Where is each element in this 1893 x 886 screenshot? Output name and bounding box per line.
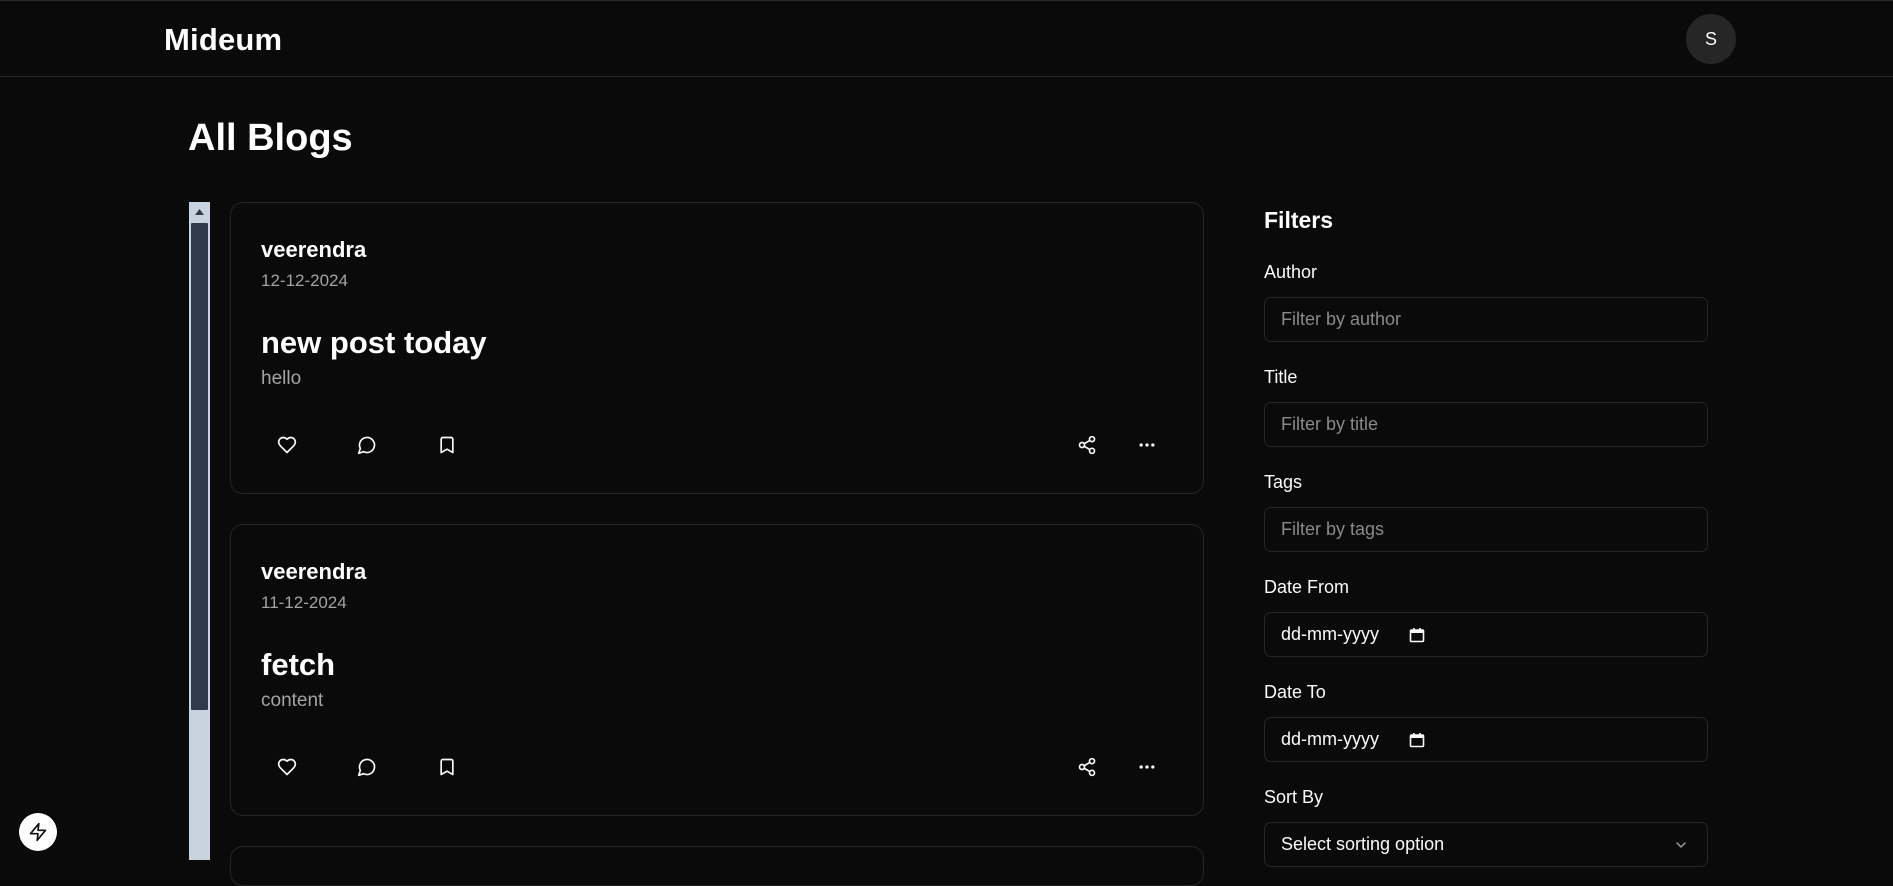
chevron-down-icon	[1676, 842, 1686, 848]
share-button[interactable]	[1067, 747, 1107, 787]
sort-by-select[interactable]: Select sorting option	[1264, 822, 1708, 867]
author-filter-label: Author	[1264, 262, 1318, 282]
comment-button[interactable]	[347, 747, 387, 787]
heart-icon	[277, 758, 297, 776]
ellipsis-icon	[1139, 765, 1155, 769]
bookmark-icon	[440, 436, 454, 454]
share-icon	[1078, 435, 1096, 455]
date-to-value: dd-mm-yyyy	[1281, 729, 1379, 749]
date-from-input[interactable]: dd-mm-yyyy	[1264, 612, 1708, 657]
brand-logo[interactable]: Mideum	[164, 22, 282, 58]
tags-filter-input[interactable]	[1264, 507, 1708, 552]
post-excerpt: content	[261, 690, 324, 711]
title-filter-label: Title	[1264, 367, 1298, 387]
sort-by-value: Select sorting option	[1281, 834, 1445, 854]
filters-heading: Filters	[1264, 207, 1334, 233]
calendar-icon[interactable]	[1409, 732, 1425, 748]
like-button[interactable]	[267, 425, 307, 465]
post-date: 12-12-2024	[261, 271, 348, 290]
scroll-up-arrow-icon[interactable]	[189, 202, 210, 221]
heart-icon	[277, 436, 297, 454]
message-circle-icon	[357, 758, 376, 777]
post-author[interactable]: veerendra	[261, 237, 366, 263]
bookmark-button[interactable]	[427, 747, 467, 787]
more-options-button[interactable]	[1127, 747, 1167, 787]
post-excerpt: hello	[261, 368, 302, 389]
comment-button[interactable]	[347, 425, 387, 465]
post-author[interactable]: veerendra	[261, 559, 366, 585]
sort-by-label: Sort By	[1264, 787, 1324, 807]
devtools-button[interactable]	[19, 813, 57, 851]
author-filter-input[interactable]	[1264, 297, 1708, 342]
post-title[interactable]: new post today	[261, 325, 487, 361]
like-button[interactable]	[267, 747, 307, 787]
posts-scrollbar[interactable]	[189, 202, 210, 860]
share-button[interactable]	[1067, 425, 1107, 465]
bolt-icon	[29, 822, 47, 842]
post-date: 11-12-2024	[261, 593, 347, 612]
bookmark-button[interactable]	[427, 425, 467, 465]
date-to-input[interactable]: dd-mm-yyyy	[1264, 717, 1708, 762]
date-from-value: dd-mm-yyyy	[1281, 624, 1379, 644]
date-from-label: Date From	[1264, 577, 1350, 597]
date-to-label: Date To	[1264, 682, 1326, 702]
post-title[interactable]: fetch	[261, 647, 335, 683]
share-icon	[1078, 757, 1096, 777]
calendar-icon[interactable]	[1409, 627, 1425, 643]
blog-card-partial[interactable]	[230, 846, 1204, 886]
user-avatar[interactable]: S	[1686, 14, 1736, 64]
page-title: All Blogs	[188, 117, 353, 159]
blog-card[interactable]: veerendra 12-12-2024 new post today hell…	[230, 202, 1204, 494]
ellipsis-icon	[1139, 443, 1155, 447]
message-circle-icon	[357, 436, 376, 455]
more-options-button[interactable]	[1127, 425, 1167, 465]
tags-filter-label: Tags	[1264, 472, 1303, 492]
scroll-thumb[interactable]	[191, 223, 208, 710]
title-filter-input[interactable]	[1264, 402, 1708, 447]
bookmark-icon	[440, 758, 454, 776]
top-navbar: Mideum S	[0, 0, 1893, 77]
blog-card[interactable]: veerendra 11-12-2024 fetch content	[230, 524, 1204, 816]
